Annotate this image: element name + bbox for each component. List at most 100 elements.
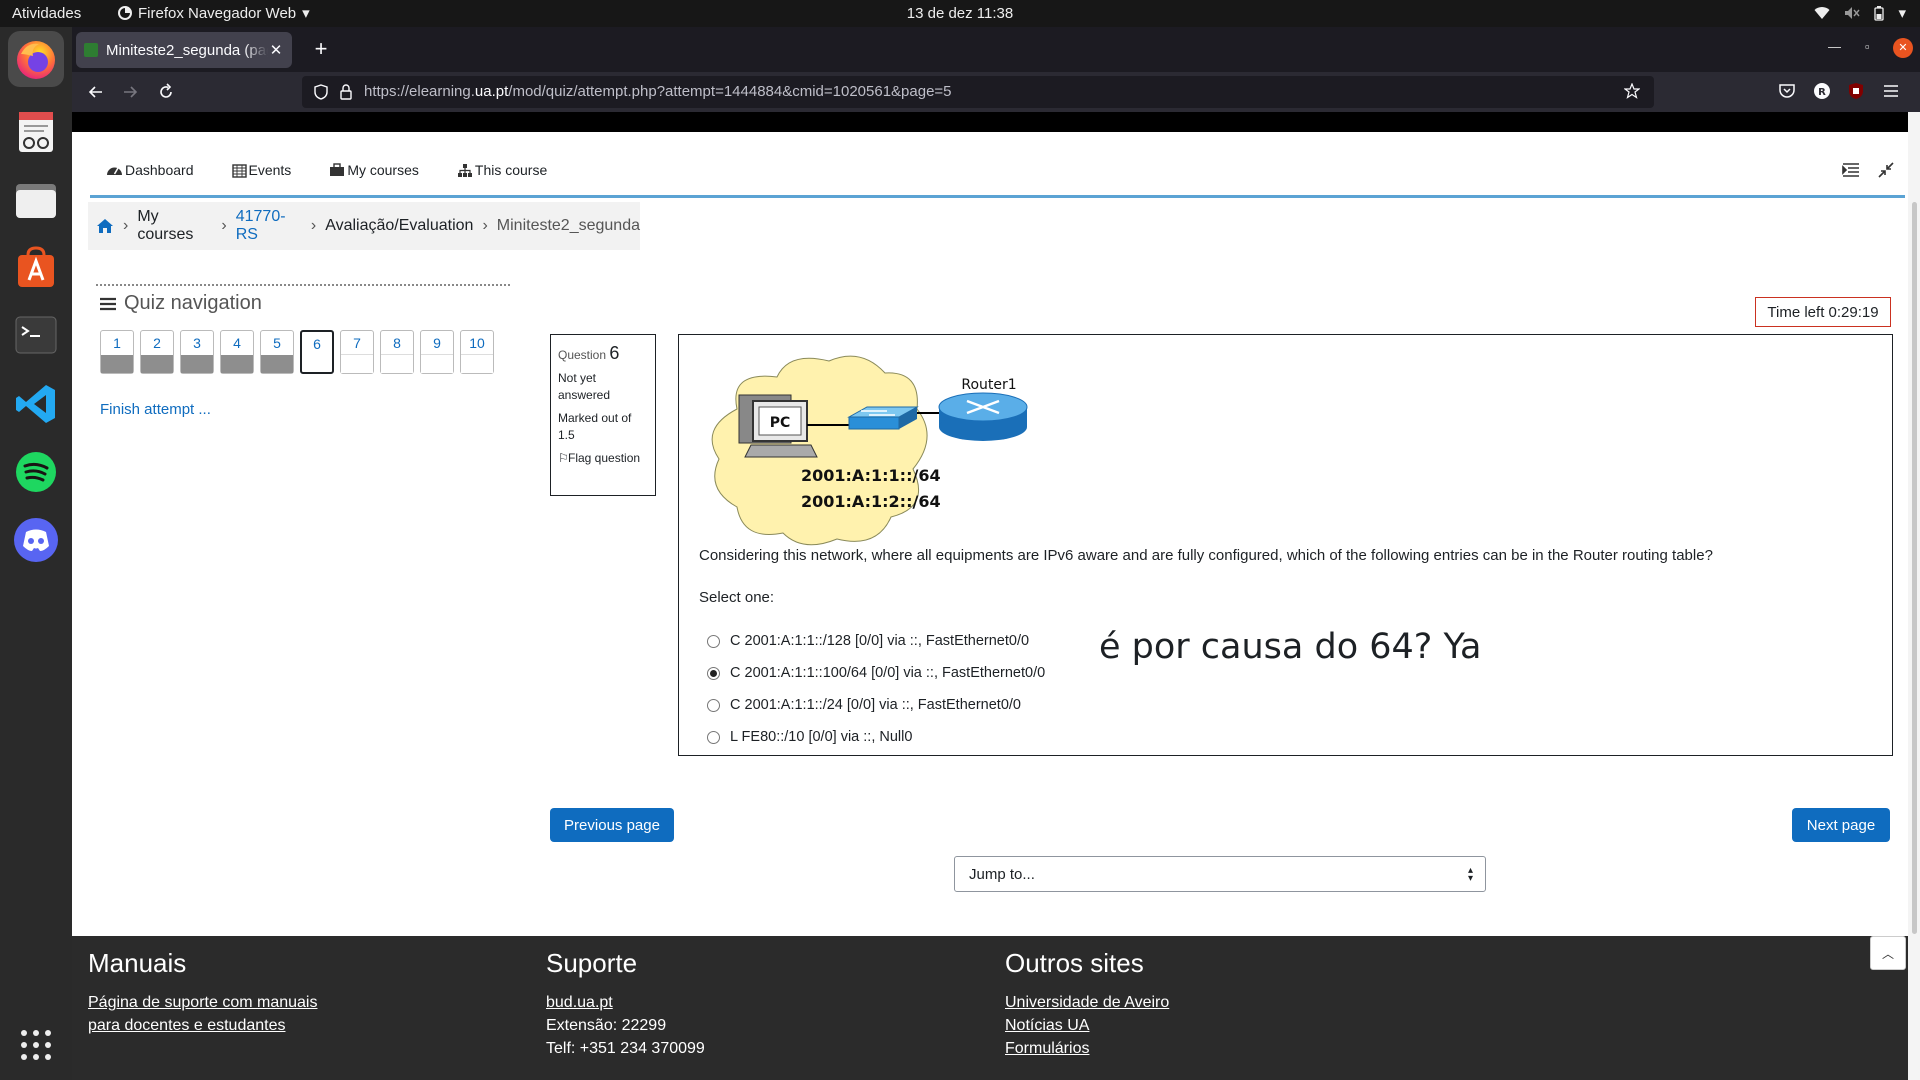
url-bar[interactable]: https://elearning.ua.pt/mod/quiz/attempt…	[302, 76, 1654, 108]
quiz-nav-question-9[interactable]: 9	[420, 330, 454, 374]
answer-option[interactable]: C 2001:A:1:1::/24 [0/0] via ::, FastEthe…	[707, 697, 1021, 713]
block-drawer-icon[interactable]	[1842, 162, 1860, 178]
maximize-icon[interactable]: ▫	[1865, 39, 1870, 54]
system-top-bar: Atividades Firefox Navegador Web ▾ 13 de…	[0, 0, 1920, 27]
dock-show-apps[interactable]	[8, 1017, 64, 1073]
firefox-icon	[13, 36, 59, 82]
dock-terminal[interactable]	[8, 307, 64, 363]
breadcrumb-section[interactable]: Avaliação/Evaluation	[325, 217, 473, 235]
jump-to-select[interactable]: Jump to... ▴ ▾	[954, 856, 1486, 892]
radio-unchecked-icon[interactable]	[707, 634, 720, 648]
svg-text:R: R	[1818, 87, 1826, 98]
dock-software[interactable]	[8, 239, 64, 295]
nav-underline	[90, 195, 1905, 198]
account-avatar-icon[interactable]: R	[1813, 82, 1833, 102]
select-one-label: Select one:	[699, 589, 775, 606]
select-arrows-icon: ▴ ▾	[1467, 865, 1473, 884]
answer-option[interactable]: C 2001:A:1:1::100/64 [0/0] via ::, FastE…	[707, 665, 1045, 681]
bookmark-star-icon[interactable]	[1624, 83, 1640, 99]
footer-outros-link-1[interactable]: Universidade de Aveiro	[1005, 994, 1169, 1011]
terminal-icon	[14, 315, 58, 355]
nav-this-course[interactable]: This course	[457, 162, 547, 178]
page-scrollbar[interactable]	[1908, 112, 1920, 1080]
lock-icon[interactable]	[340, 84, 352, 100]
radio-checked-icon[interactable]	[707, 666, 720, 680]
dock-text-editor[interactable]	[8, 104, 64, 160]
previous-page-button[interactable]: Previous page	[550, 808, 674, 842]
quiz-nav-question-5[interactable]: 5	[260, 330, 294, 374]
clock[interactable]: 13 de dez 11:38	[0, 5, 1920, 22]
question-label: Question	[558, 348, 607, 362]
answer-option[interactable]: C 2001:A:1:1::/128 [0/0] via ::, FastEth…	[707, 633, 1029, 649]
footer-outros-link-2[interactable]: Notícias UA	[1005, 1017, 1089, 1034]
nav-events-label: Events	[248, 162, 292, 178]
minimize-icon[interactable]: —	[1828, 39, 1841, 54]
nav-my-courses-label: My courses	[347, 162, 419, 178]
dock-firefox[interactable]	[8, 31, 64, 87]
new-tab-button[interactable]: +	[308, 36, 334, 62]
close-tab-icon[interactable]: ✕	[268, 41, 284, 59]
dock-files[interactable]	[8, 172, 64, 228]
forward-arrow-icon[interactable]	[120, 82, 140, 102]
dock-vscode[interactable]	[8, 376, 64, 432]
quiz-navigation-title: Quiz navigation	[100, 292, 262, 315]
flag-icon: ⚐	[558, 451, 569, 465]
footer-outros-link-3[interactable]: Formulários	[1005, 1040, 1089, 1057]
question-marks: Marked out of 1.5	[558, 411, 632, 442]
footer-manuais: Manuais Página de suporte com manuais pa…	[88, 948, 317, 1037]
next-page-button[interactable]: Next page	[1792, 808, 1890, 842]
browser-tab[interactable]: Miniteste2_segunda (pag ✕	[76, 32, 292, 68]
home-icon[interactable]	[96, 218, 114, 234]
quiz-nav-question-number: 9	[433, 335, 441, 351]
nav-this-course-label: This course	[474, 162, 548, 178]
nav-my-courses[interactable]: My courses	[329, 162, 419, 178]
back-to-top-button[interactable]: ︿	[1870, 936, 1906, 970]
hamburger-menu-icon[interactable]	[1882, 82, 1902, 102]
breadcrumb-course[interactable]: 41770-RS	[236, 208, 302, 244]
question-info: Question 6 Not yet answered Marked out o…	[550, 334, 656, 496]
answer-option-label: C 2001:A:1:1::/24 [0/0] via ::, FastEthe…	[730, 697, 1021, 713]
ublock-icon[interactable]	[1847, 82, 1867, 102]
pocket-icon[interactable]	[1778, 82, 1798, 102]
quiz-nav-question-3[interactable]: 3	[180, 330, 214, 374]
browser-tab-bar: Miniteste2_segunda (pag ✕ + — ▫ ✕	[72, 27, 1920, 72]
flag-question[interactable]: ⚐Flag question	[558, 450, 648, 467]
question-content: PC Router1 2001:A:1:1::/64 2001:A:1:2::/…	[678, 334, 1893, 756]
quiz-nav-question-number: 4	[233, 335, 241, 351]
quiz-nav-question-10[interactable]: 10	[460, 330, 494, 374]
footer-suporte-extension: Extensão: 22299	[546, 1017, 667, 1034]
finish-attempt-link[interactable]: Finish attempt ...	[100, 401, 211, 418]
vscode-icon	[14, 382, 58, 426]
quiz-nav-question-number: 3	[193, 335, 201, 351]
footer-manuais-link-2[interactable]: para docentes e estudantes	[88, 1017, 285, 1034]
back-arrow-icon[interactable]	[86, 82, 106, 102]
breadcrumb-my-courses[interactable]: My courses	[137, 208, 212, 244]
folder-icon	[14, 180, 58, 220]
system-tray[interactable]: ▾	[1814, 4, 1906, 22]
quiz-navigation-title-text: Quiz navigation	[124, 292, 262, 314]
dock-discord[interactable]	[8, 512, 64, 568]
pc-label: PC	[770, 415, 791, 431]
close-window-icon[interactable]: ✕	[1893, 38, 1913, 58]
moodle-favicon-icon	[84, 43, 98, 57]
scrollbar-thumb[interactable]	[1912, 202, 1917, 934]
radio-unchecked-icon[interactable]	[707, 698, 720, 712]
footer-manuais-link-1[interactable]: Página de suporte com manuais	[88, 994, 317, 1011]
nav-dashboard[interactable]: Dashboard	[106, 162, 194, 178]
network-cloud	[711, 355, 928, 546]
quiz-nav-question-7[interactable]: 7	[340, 330, 374, 374]
quiz-nav-question-4[interactable]: 4	[220, 330, 254, 374]
shield-icon[interactable]	[314, 84, 328, 100]
quiz-nav-question-6[interactable]: 6	[300, 330, 334, 374]
reload-icon[interactable]	[156, 82, 176, 102]
nav-events[interactable]: Events	[231, 162, 292, 178]
radio-unchecked-icon[interactable]	[707, 730, 720, 744]
footer-suporte-link[interactable]: bud.ua.pt	[546, 994, 613, 1011]
dock-spotify[interactable]	[8, 444, 64, 500]
quiz-nav-question-1[interactable]: 1	[100, 330, 134, 374]
answer-option-label: C 2001:A:1:1::100/64 [0/0] via ::, FastE…	[730, 665, 1046, 681]
collapse-fullscreen-icon[interactable]	[1878, 162, 1894, 178]
quiz-nav-question-8[interactable]: 8	[380, 330, 414, 374]
quiz-nav-question-2[interactable]: 2	[140, 330, 174, 374]
answer-option[interactable]: L FE80::/10 [0/0] via ::, Null0	[707, 729, 912, 745]
